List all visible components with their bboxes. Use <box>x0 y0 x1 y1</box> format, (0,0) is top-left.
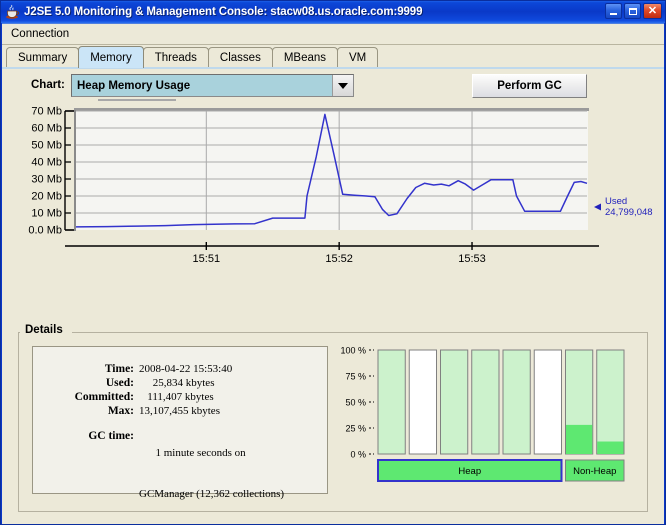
legend-series-value: 24,799,048 <box>605 207 653 218</box>
window-title: J2SE 5.0 Monitoring & Management Console… <box>24 6 422 18</box>
details-group-title: Details <box>22 324 66 336</box>
x-tick-label: 15:52 <box>325 253 353 265</box>
memory-pools-bar-chart: 0 % 25 % 50 % 75 % 100 % Heap Non-Heap <box>338 342 640 498</box>
bar-y-tick-label: 25 % <box>345 424 366 434</box>
tab-mbeans[interactable]: MBeans <box>272 47 338 68</box>
details-text-panel: Time: 2008-04-22 15:53:40 Used: 25,834 k… <box>32 346 328 494</box>
detail-value: 25,834 kbytes <box>139 377 214 389</box>
x-tick-label: 15:53 <box>458 253 486 265</box>
y-tick-label: 30 Mb <box>31 174 62 186</box>
bar-background <box>534 350 561 454</box>
detail-key: Max: <box>33 405 139 417</box>
detail-key: Used: <box>33 377 139 389</box>
detail-value: 2008-04-22 15:53:40 <box>139 363 232 375</box>
tab-memory[interactable]: Memory <box>78 46 144 68</box>
detail-key: Committed: <box>33 391 139 403</box>
detail-row-time: Time: 2008-04-22 15:53:40 <box>33 363 327 375</box>
y-tick-label: 40 Mb <box>31 157 62 169</box>
x-axis-tick-labels: 15:51 15:52 15:53 <box>193 253 486 265</box>
y-axis <box>65 111 74 230</box>
chart-select-value: Heap Memory Usage <box>77 80 332 92</box>
bar-group-label: Non-Heap <box>573 466 616 477</box>
y-tick-label: 0.0 Mb <box>28 225 62 237</box>
bar-background <box>503 350 530 454</box>
bar-fill <box>597 442 623 454</box>
bar-y-tick-label: 0 % <box>350 450 366 460</box>
close-icon: ✕ <box>648 6 657 17</box>
detail-key: GC time: <box>33 419 139 442</box>
bar-y-tick-label: 75 % <box>345 372 366 382</box>
memory-tab-panel: Chart: Heap Memory Usage Perform GC <box>2 69 664 524</box>
close-button[interactable]: ✕ <box>643 3 662 19</box>
legend-marker-icon <box>594 204 601 211</box>
bar-background <box>441 350 468 454</box>
y-tick-label: 10 Mb <box>31 208 62 220</box>
detail-value: 13,107,455 kbytes <box>139 405 220 417</box>
tab-classes[interactable]: Classes <box>208 47 273 68</box>
tab-threads[interactable]: Threads <box>143 47 209 68</box>
minimize-button[interactable] <box>605 3 622 19</box>
legend-series-name: Used <box>605 196 627 207</box>
line-chart-svg: 0.0 Mb 10 Mb 20 Mb 30 Mb 40 Mb 50 Mb 60 Mb 70 M… <box>2 105 664 310</box>
tab-summary[interactable]: Summary <box>6 47 79 68</box>
bar-chart-svg: 0 % 25 % 50 % 75 % 100 % Heap Non-Heap <box>338 342 640 498</box>
bar-background <box>472 350 499 454</box>
tab-strip: Summary Memory Threads Classes MBeans VM <box>2 45 664 68</box>
bar-chart-group-bands: Heap Non-Heap <box>378 460 624 481</box>
bar-fill <box>566 425 592 454</box>
gc-time-line-1: 1 minute seconds on <box>139 447 284 461</box>
window-controls: ✕ <box>605 3 662 19</box>
bar-y-axis-tick-labels: 0 % 25 % 50 % 75 % 100 % <box>340 346 366 460</box>
combo-shadow <box>98 99 176 101</box>
menu-item-connection[interactable]: Connection <box>5 26 75 42</box>
chevron-down-icon[interactable] <box>332 75 353 96</box>
chart-select[interactable]: Heap Memory Usage <box>71 74 354 97</box>
chart-toolbar: Chart: Heap Memory Usage Perform GC <box>2 69 664 105</box>
client-area: Connection Summary Memory Threads Classe… <box>2 23 664 523</box>
bar-group-label: Heap <box>458 466 481 477</box>
detail-value: 111,407 kbytes <box>139 391 214 403</box>
bar-chart-bars <box>378 350 624 454</box>
x-tick-label: 15:51 <box>193 253 221 265</box>
detail-key: Time: <box>33 363 139 375</box>
chart-legend: Used 24,799,048 <box>594 196 653 218</box>
detail-row-gc-time: GC time: 1 minute seconds on GCManager (… <box>33 419 327 529</box>
java-cup-icon <box>4 4 20 20</box>
details-group: Details Time: 2008-04-22 15:53:40 Used: … <box>18 324 648 512</box>
detail-value: 1 minute seconds on GCManager (12,362 co… <box>139 419 284 529</box>
chart-label: Chart: <box>31 79 65 91</box>
title-bar: J2SE 5.0 Monitoring & Management Console… <box>1 1 665 23</box>
bar-background <box>378 350 405 454</box>
bar-y-axis-tick-marks <box>369 350 374 454</box>
y-tick-label: 20 Mb <box>31 191 62 203</box>
gc-time-line-2: GCManager (12,362 collections) <box>139 488 284 502</box>
tab-vm[interactable]: VM <box>337 47 378 68</box>
maximize-button[interactable] <box>624 3 641 19</box>
y-tick-label: 70 Mb <box>31 106 62 118</box>
detail-row-used: Used: 25,834 kbytes <box>33 377 327 389</box>
perform-gc-button[interactable]: Perform GC <box>472 74 587 98</box>
y-axis-tick-labels: 0.0 Mb 10 Mb 20 Mb 30 Mb 40 Mb 50 Mb 60 Mb 70 M… <box>28 106 62 237</box>
application-window: J2SE 5.0 Monitoring & Management Console… <box>0 0 666 525</box>
y-tick-label: 60 Mb <box>31 123 62 135</box>
bar-y-tick-label: 50 % <box>345 398 366 408</box>
bar-background <box>597 350 624 454</box>
y-tick-label: 50 Mb <box>31 140 62 152</box>
detail-row-committed: Committed: 111,407 kbytes <box>33 391 327 403</box>
detail-row-max: Max: 13,107,455 kbytes <box>33 405 327 417</box>
menu-bar: Connection <box>2 24 664 45</box>
heap-memory-line-chart: 0.0 Mb 10 Mb 20 Mb 30 Mb 40 Mb 50 Mb 60 Mb 70 M… <box>2 105 664 310</box>
bar-y-tick-label: 100 % <box>340 346 366 356</box>
bar-background <box>409 350 436 454</box>
